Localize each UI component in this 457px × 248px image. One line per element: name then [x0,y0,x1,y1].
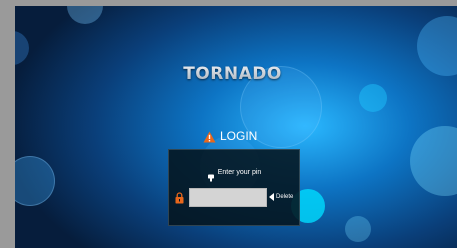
background-bubble [15,156,55,206]
pin-prompt: Enter your pin [169,168,299,182]
background-bubble [67,6,103,24]
pin-prompt-text: Enter your pin [217,169,262,176]
pin-panel: Enter your pin Delete [168,149,300,226]
login-title: LOGIN [220,129,258,143]
background-bubble [15,31,29,65]
finger-pointer-icon [207,169,215,182]
login-heading: LOGIN [203,127,257,145]
warning-icon [203,130,216,143]
background-bubble [359,84,387,112]
delete-button[interactable]: Delete [269,192,293,202]
login-screen: TORNADO LOGIN Enter your pin Delete [15,6,457,248]
lock-icon [175,191,184,204]
brand-logo: TORNADO [165,62,300,86]
left-arrow-icon [269,193,274,201]
background-bubble [410,126,457,196]
background-bubble [345,216,371,242]
pin-input[interactable] [189,188,267,207]
window-frame: TORNADO LOGIN Enter your pin Delete [0,0,457,248]
delete-label: Delete [276,194,294,200]
background-bubble [417,16,457,76]
